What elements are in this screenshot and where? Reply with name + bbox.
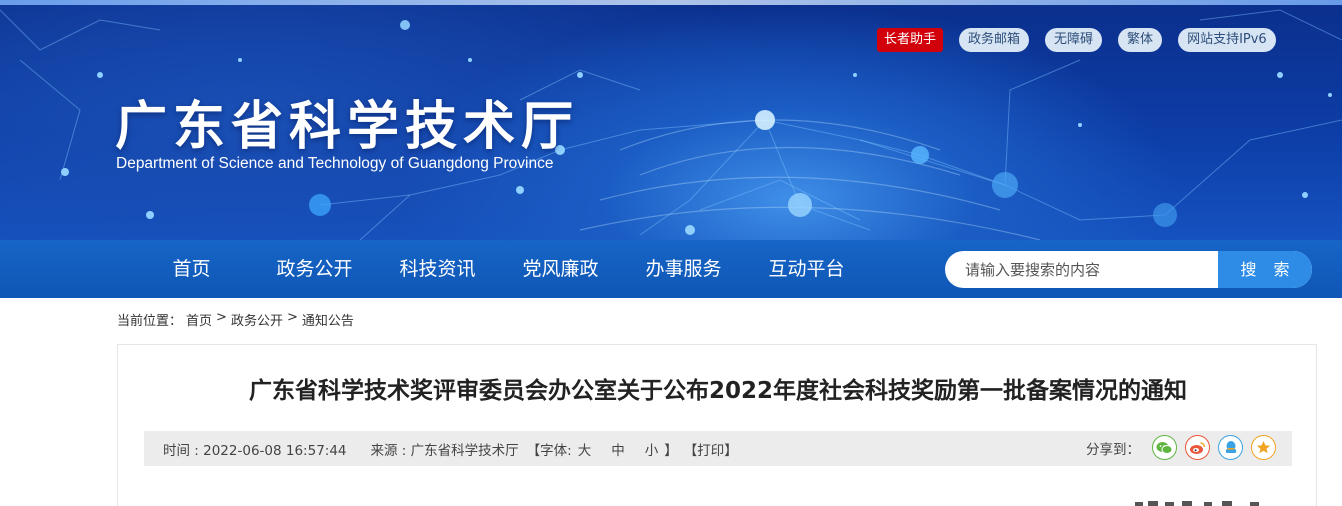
publish-time: 时间 : 2022-06-08 16:57:44 [163, 442, 347, 459]
nav-item-party-integrity[interactable]: 党风廉政 [499, 240, 622, 298]
site-subtitle: Department of Science and Technology of … [116, 155, 554, 172]
font-size-small[interactable]: 小 [645, 439, 659, 459]
breadcrumb-notices[interactable]: 通知公告 [302, 310, 354, 329]
traditional-chinese-button[interactable]: 繁体 [1118, 28, 1163, 52]
breadcrumb-label: 当前位置： [117, 314, 183, 329]
font-size-large[interactable]: 大 [578, 439, 592, 459]
nav-item-government-affairs[interactable]: 政务公开 [253, 240, 376, 298]
header-banner: 广东省科学技术厅 Department of Science and Techn… [0, 0, 1342, 240]
gov-mailbox-button[interactable]: 政务邮箱 [959, 28, 1030, 52]
qq-icon[interactable] [1218, 435, 1243, 460]
weibo-icon[interactable] [1185, 435, 1210, 460]
article-meta-bar: 时间 : 2022-06-08 16:57:44 来源 : 广东省科学技术厅 【… [144, 431, 1292, 466]
search-button[interactable]: 搜 索 [1218, 251, 1312, 288]
article-title: 广东省科学技术奖评审委员会办公室关于公布2022年度社会科技奖励第一批备案情况的… [248, 378, 1187, 404]
search-box: 搜 索 [945, 251, 1312, 288]
share-label: 分享到： [1086, 441, 1140, 458]
search-input[interactable] [945, 251, 1218, 288]
font-size-close: 】 [664, 442, 678, 459]
nav-item-interaction[interactable]: 互动平台 [745, 240, 868, 298]
accessibility-button[interactable]: 无障碍 [1045, 28, 1103, 52]
elder-assistant-button[interactable]: 长者助手 [877, 28, 944, 52]
nav-item-tech-news[interactable]: 科技资讯 [376, 240, 499, 298]
share-bar: 分享到： [1086, 435, 1276, 460]
breadcrumb: 当前位置： 首页 > 政务公开 > 通知公告 [117, 310, 354, 329]
clipped-content-fragment [1135, 501, 1259, 506]
nav-item-services[interactable]: 办事服务 [622, 240, 745, 298]
top-utility-links: 长者助手 政务邮箱 无障碍 繁体 网站支持IPv6 [877, 28, 1276, 52]
breadcrumb-separator: > [286, 310, 298, 325]
article-container: 广东省科学技术奖评审委员会办公室关于公布2022年度社会科技奖励第一批备案情况的… [117, 344, 1317, 506]
breadcrumb-home[interactable]: 首页 [186, 310, 212, 329]
breadcrumb-government-affairs[interactable]: 政务公开 [231, 310, 283, 329]
site-title: 广东省科学技术厅 [115, 97, 580, 157]
favorite-icon[interactable] [1251, 435, 1276, 460]
font-size-medium[interactable]: 中 [611, 439, 625, 459]
print-button[interactable]: 【打印】 [684, 439, 738, 459]
font-size-label: 【字体: [526, 442, 572, 459]
ipv6-support-link[interactable]: 网站支持IPv6 [1178, 28, 1276, 52]
nav-item-home[interactable]: 首页 [130, 240, 253, 298]
wechat-icon[interactable] [1152, 435, 1177, 460]
article-source: 来源 : 广东省科学技术厅 [370, 442, 519, 459]
breadcrumb-separator: > [216, 310, 227, 325]
